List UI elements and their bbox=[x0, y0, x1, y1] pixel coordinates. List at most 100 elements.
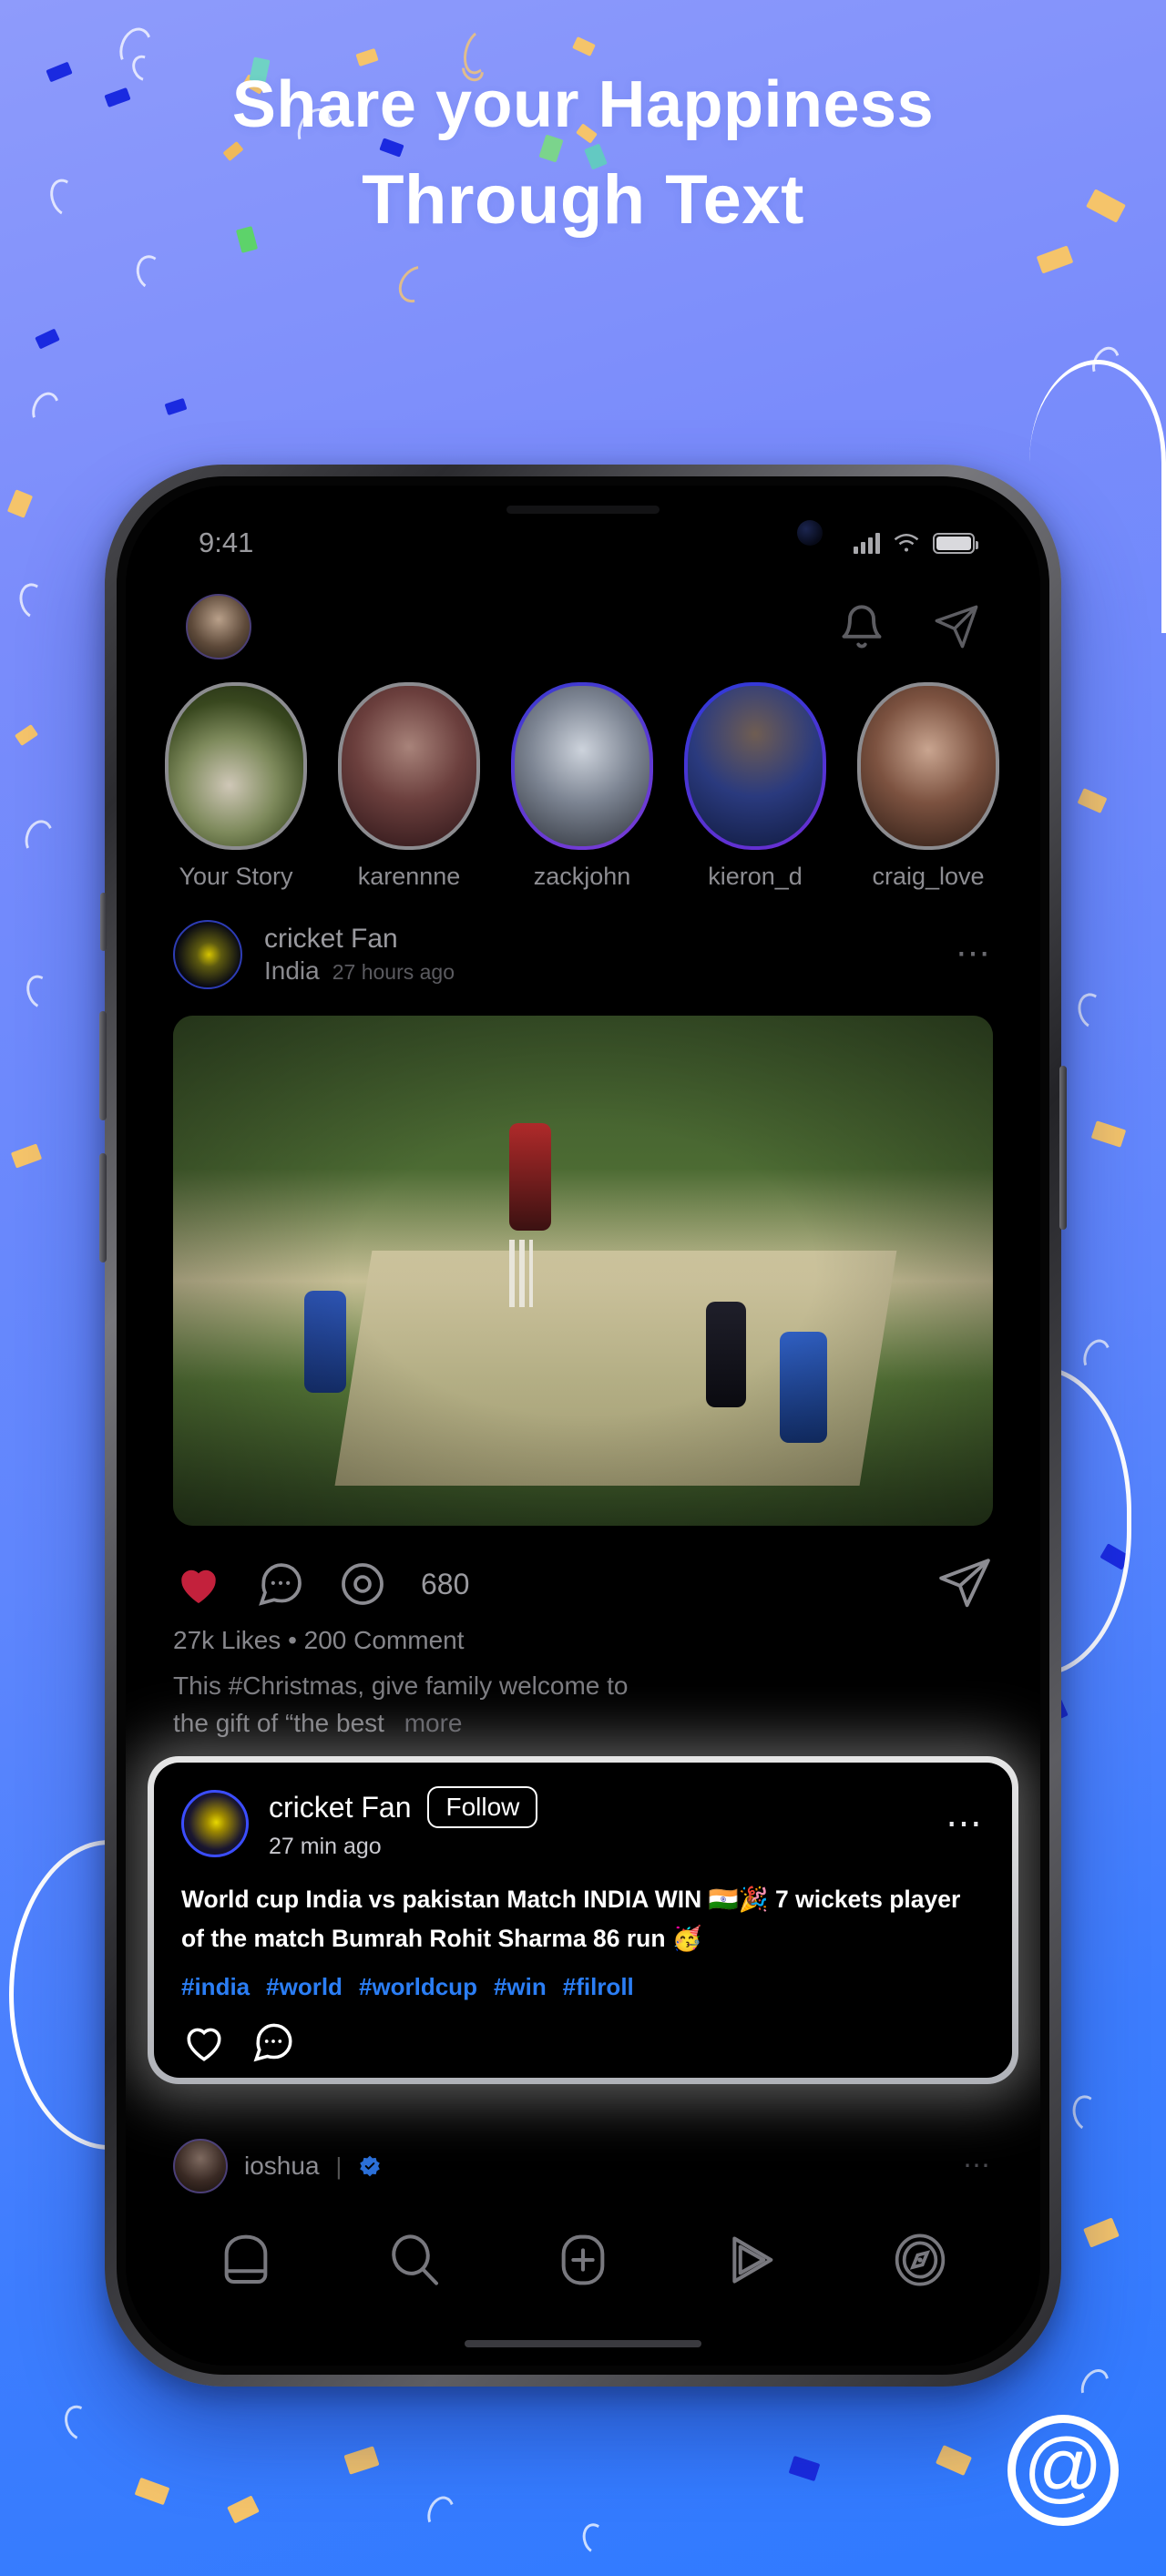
headline-line-1: Share your Happiness bbox=[231, 68, 935, 141]
next-post-author: ioshua bbox=[244, 2152, 320, 2180]
card-body-line-2: of the match Bumrah Rohit Sharma 86 run … bbox=[181, 1924, 702, 1952]
bottom-navigation bbox=[126, 2205, 1040, 2315]
story-label: craig_love bbox=[872, 863, 985, 890]
home-icon[interactable] bbox=[217, 2231, 275, 2289]
stories-tray[interactable]: Your Story karennne zackjohn kieron_d cr… bbox=[126, 682, 1040, 901]
share-icon[interactable] bbox=[936, 1556, 993, 1612]
confetti-streamer bbox=[1079, 1335, 1115, 1377]
caption-line-2: the gift of “the best bbox=[173, 1708, 384, 1737]
hashtag[interactable]: #world bbox=[266, 1973, 343, 2001]
story-item[interactable]: kieron_d bbox=[678, 682, 833, 901]
heart-icon[interactable] bbox=[181, 2019, 227, 2065]
story-label: Your Story bbox=[179, 863, 293, 890]
ellipsis-icon[interactable]: ⋯ bbox=[956, 936, 993, 971]
caption-more-link[interactable]: more bbox=[404, 1709, 463, 1737]
at-symbol: @ bbox=[1023, 2423, 1103, 2510]
card-author-name: cricket Fan bbox=[269, 1790, 412, 1824]
story-item[interactable]: karennne bbox=[332, 682, 486, 901]
verified-badge-icon bbox=[358, 2154, 382, 2178]
comment-icon[interactable] bbox=[251, 2019, 296, 2065]
confetti-streamer bbox=[423, 2492, 459, 2534]
post-location: India bbox=[264, 956, 320, 986]
post-subline: India 27 hours ago bbox=[264, 956, 455, 986]
story-item[interactable]: Your Story bbox=[159, 682, 313, 901]
feed-post-header: cricket Fan India 27 hours ago ⋯ bbox=[126, 905, 1040, 1005]
hashtag[interactable]: #filroll bbox=[563, 1973, 634, 2001]
phone-frame: 9:41 Your Story karennne zackjohn kieron… bbox=[99, 465, 1067, 2387]
explore-compass-icon[interactable] bbox=[891, 2231, 949, 2289]
post-author-avatar[interactable] bbox=[173, 920, 242, 989]
card-author-meta: cricket Fan Follow 27 min ago bbox=[269, 1786, 538, 1860]
card-hashtags: #india #world #worldcup #win #filroll bbox=[181, 1973, 985, 2001]
heart-icon[interactable] bbox=[173, 1559, 224, 1610]
ellipsis-icon[interactable]: ⋯ bbox=[946, 1805, 985, 1842]
hashtag[interactable]: #worldcup bbox=[359, 1973, 477, 2001]
phone-screen: 9:41 Your Story karennne zackjohn kieron… bbox=[126, 486, 1040, 2366]
ellipsis-icon[interactable]: ⋯ bbox=[963, 2152, 993, 2180]
battery-icon bbox=[933, 532, 978, 554]
confetti-streamer bbox=[1069, 2091, 1105, 2135]
story-label: zackjohn bbox=[533, 863, 631, 890]
confetti-piece bbox=[1077, 788, 1108, 813]
confetti-streamer bbox=[1073, 989, 1111, 1033]
story-label: kieron_d bbox=[708, 863, 803, 890]
hashtag[interactable]: #win bbox=[494, 1973, 547, 2001]
status-bar: 9:41 bbox=[126, 486, 1040, 575]
confetti-piece bbox=[1083, 2217, 1120, 2248]
confetti-streamer bbox=[21, 816, 57, 860]
search-icon[interactable] bbox=[385, 2231, 444, 2289]
story-thumbnail bbox=[342, 686, 476, 846]
card-author-avatar[interactable] bbox=[181, 1789, 249, 1857]
post-author-name: cricket Fan bbox=[264, 923, 398, 954]
bell-icon[interactable] bbox=[838, 603, 885, 650]
story-ring bbox=[511, 682, 653, 850]
story-ring bbox=[684, 682, 826, 850]
confetti-piece bbox=[935, 2445, 973, 2476]
confetti-piece bbox=[164, 397, 188, 416]
cellular-signal-icon bbox=[854, 532, 880, 554]
post-action-bar: 680 bbox=[173, 1549, 993, 1619]
post-author-meta: cricket Fan India 27 hours ago bbox=[264, 924, 455, 986]
highlighted-comment-card: cricket Fan Follow 27 min ago ⋯ World cu… bbox=[148, 1756, 1018, 2084]
confetti-streamer bbox=[21, 971, 59, 1013]
story-ring bbox=[338, 682, 480, 850]
confetti-piece bbox=[134, 2477, 170, 2506]
comment-icon[interactable] bbox=[255, 1559, 306, 1610]
send-message-icon[interactable] bbox=[933, 603, 980, 650]
confetti-piece bbox=[572, 36, 596, 56]
story-item[interactable]: zackjohn bbox=[505, 682, 660, 901]
home-indicator bbox=[465, 2340, 701, 2347]
story-label: karennne bbox=[357, 863, 461, 890]
card-body-text: World cup India vs pakistan Match INDIA … bbox=[181, 1880, 985, 1958]
header-actions bbox=[838, 603, 980, 650]
next-post-header: ioshua | ⋯ bbox=[173, 2134, 993, 2198]
next-post-avatar[interactable] bbox=[173, 2139, 228, 2193]
wifi-icon bbox=[893, 532, 920, 554]
confetti-piece bbox=[788, 2455, 821, 2482]
card-name-row: cricket Fan Follow bbox=[269, 1786, 538, 1828]
media-vignette bbox=[173, 1016, 993, 1526]
headline-line-2: Through Text bbox=[362, 160, 804, 239]
avatar[interactable] bbox=[186, 594, 251, 659]
confetti-streamer bbox=[391, 259, 442, 310]
card-timestamp: 27 min ago bbox=[269, 1834, 382, 1859]
post-stats: 27k Likes • 200 Comment bbox=[173, 1626, 465, 1654]
views-eye-icon[interactable] bbox=[337, 1559, 388, 1610]
confetti-piece bbox=[1090, 1120, 1127, 1148]
story-item[interactable]: craig_love bbox=[851, 682, 1006, 901]
next-post-separator: | bbox=[335, 2152, 343, 2180]
follow-button[interactable]: Follow bbox=[427, 1786, 538, 1828]
status-time: 9:41 bbox=[199, 526, 254, 558]
confetti-piece bbox=[10, 1143, 43, 1169]
confetti-streamer bbox=[132, 251, 169, 293]
hashtag[interactable]: #india bbox=[181, 1973, 250, 2001]
phone-mute-switch bbox=[100, 893, 107, 951]
confetti-piece bbox=[6, 489, 34, 518]
add-post-icon[interactable] bbox=[554, 2231, 612, 2289]
post-media-image[interactable] bbox=[173, 1016, 993, 1526]
phone-power-button bbox=[1059, 1066, 1067, 1230]
reels-play-icon[interactable] bbox=[722, 2231, 781, 2289]
promo-headline: Share your Happiness Through Text bbox=[0, 68, 1166, 239]
story-ring bbox=[165, 682, 307, 850]
caption-line-1: This #Christmas, give family welcome to bbox=[173, 1671, 629, 1700]
